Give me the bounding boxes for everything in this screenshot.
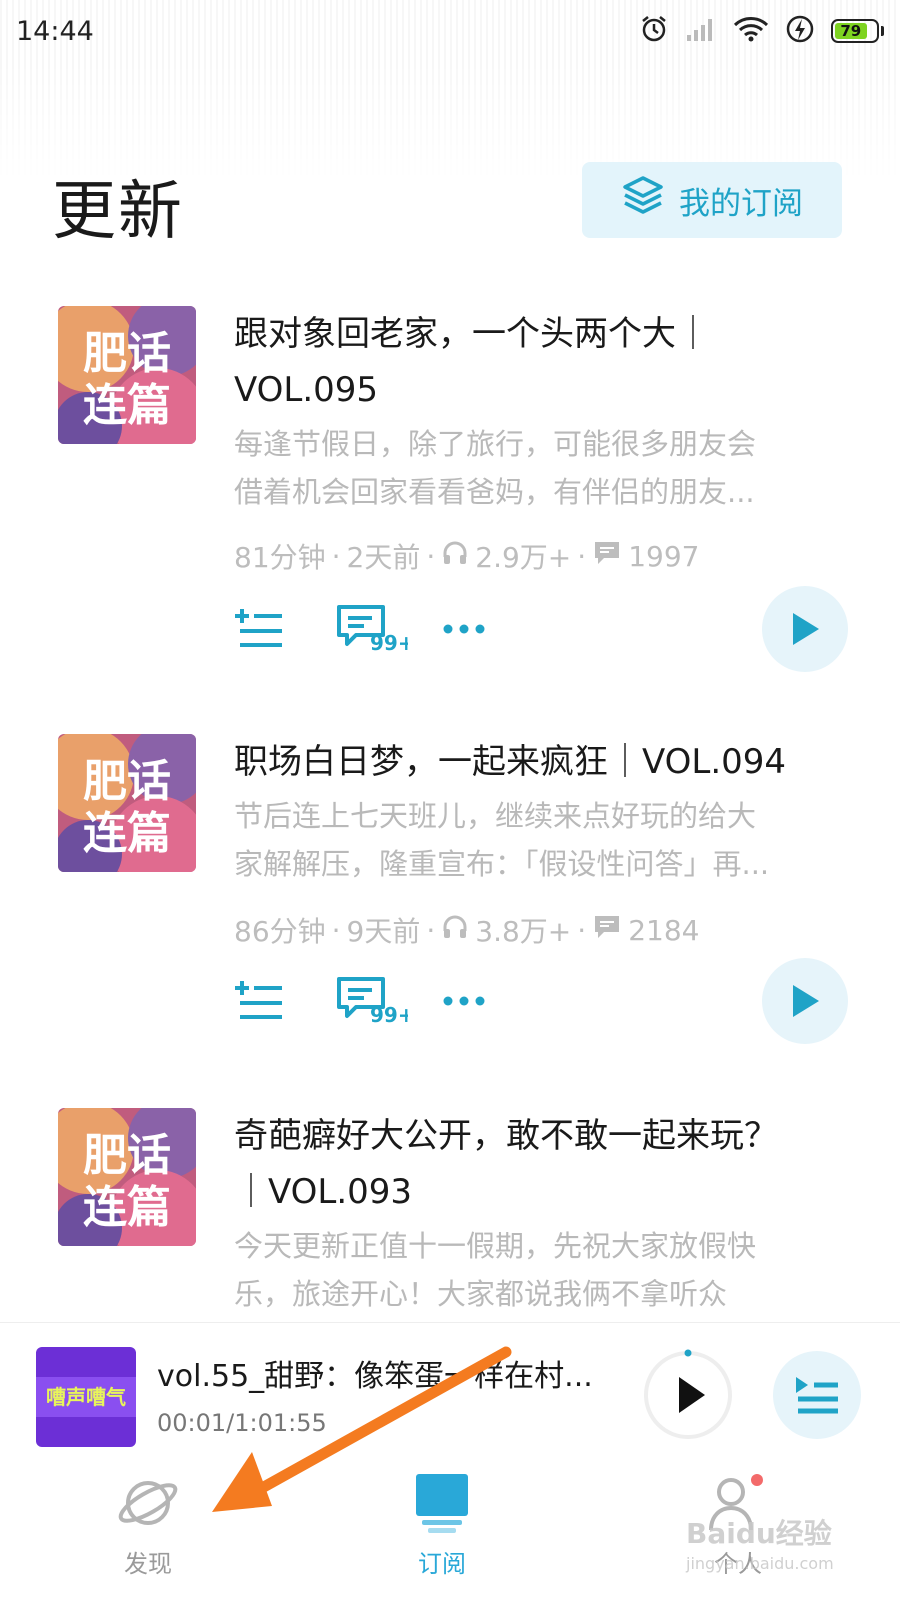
episode-title-line: VOL.095 [234, 370, 379, 410]
cover-text-bottom: 连篇 [83, 380, 171, 431]
episode-item[interactable]: 肥话 连篇 奇葩癖好大公开，敢不敢一起来玩？ ｜VOL.093 今天更新正值十一… [0, 1108, 900, 1322]
comment-count-badge: 99+ [370, 1003, 408, 1026]
cover-text-top: 肥话 [83, 756, 171, 807]
play-icon [679, 1377, 705, 1413]
comment-count-badge: 99+ [370, 631, 408, 654]
baidu-watermark: Baidu经验 jingyan.baidu.com [686, 1512, 834, 1573]
episode-description: 今天更新正值十一假期，先祝大家放假快 乐，旅途开心！大家都说我俩不拿听众 [234, 1222, 834, 1318]
episode-cover[interactable]: 肥话 连篇 [58, 734, 196, 872]
subscriptions-icon [416, 1474, 468, 1533]
layers-icon [621, 174, 665, 226]
episode-description: 每逢节假日，除了旅行，可能很多朋友会 借着机会回家看看爸妈，有伴侣的朋友... [234, 420, 834, 516]
charging-icon [785, 14, 815, 48]
more-options-icon[interactable] [442, 958, 486, 1044]
episode-title[interactable]: 职场白日梦，一起来疯狂｜VOL.094 [234, 734, 834, 790]
episode-comments: 2184 [628, 913, 700, 947]
cover-text-top: 肥话 [83, 328, 171, 379]
description-line: 乐，旅途开心！大家都说我俩不拿听众 [234, 1277, 728, 1311]
mini-player[interactable]: 嘈声嘈气 vol.55_甜野：像笨蛋一样在村... 00:01/1:01:55 [0, 1322, 900, 1452]
playlist-icon [796, 1377, 838, 1414]
episode-duration: 81分钟 [234, 541, 326, 574]
playlist-button[interactable] [773, 1351, 861, 1439]
episode-title-line: 跟对象回老家，一个头两个大｜ [234, 314, 710, 354]
page-title: 更新 [52, 175, 184, 249]
my-subscriptions-label: 我的订阅 [679, 185, 803, 222]
description-line: 家解解压，隆重宣布：「假设性问答」再... [234, 847, 770, 881]
episode-cover[interactable]: 肥话 连篇 [58, 1108, 196, 1246]
add-to-playlist-icon[interactable] [234, 958, 284, 1044]
episode-meta: 86分钟 · 9天前 · 3.8万+ · 2184 [234, 910, 699, 950]
battery-icon: 79 [831, 19, 884, 43]
episode-actions: 99+ [234, 586, 848, 672]
signal-icon [685, 15, 717, 47]
episode-title-line: 奇葩癖好大公开，敢不敢一起来玩？ [234, 1116, 778, 1156]
tab-discover[interactable]: 发现 [78, 1470, 218, 1579]
headphones-icon [441, 539, 469, 574]
description-line: 今天更新正值十一假期，先祝大家放假快 [234, 1229, 757, 1263]
my-subscriptions-button[interactable]: 我的订阅 [582, 162, 842, 238]
episode-actions: 99+ [234, 958, 848, 1044]
player-cover[interactable]: 嘈声嘈气 [36, 1347, 136, 1447]
comment-icon [592, 913, 622, 948]
player-cover-text: 嘈声嘈气 [46, 1385, 126, 1409]
status-time: 14:44 [16, 15, 94, 47]
episode-comments: 1997 [628, 539, 700, 573]
tab-label: 订阅 [418, 1550, 466, 1578]
headphones-icon [441, 913, 469, 948]
cover-text-bottom: 连篇 [83, 1182, 171, 1233]
add-to-playlist-icon[interactable] [234, 586, 284, 672]
play-episode-button[interactable] [762, 586, 848, 672]
cover-text-bottom: 连篇 [83, 808, 171, 859]
player-progress-indicator [684, 1349, 692, 1357]
description-line: 节后连上七天班儿，继续来点好玩的给大 [234, 799, 757, 833]
cover-text-top: 肥话 [83, 1130, 171, 1181]
episode-plays: 2.9万+ [475, 541, 572, 574]
wifi-icon [733, 15, 769, 47]
episode-title-line: ｜VOL.093 [234, 1172, 413, 1212]
play-episode-button[interactable] [762, 958, 848, 1044]
app-screen: 14:44 79 更新 我的订阅 肥话 连篇 跟对象回老家，一个头两个大｜ VO… [0, 0, 900, 1600]
description-line: 每逢节假日，除了旅行，可能很多朋友会 [234, 427, 757, 461]
comment-icon [592, 539, 622, 574]
play-icon [793, 985, 819, 1017]
play-icon [793, 613, 819, 645]
episode-age: 2天前 [346, 541, 421, 574]
tab-label: 发现 [124, 1550, 172, 1578]
episode-title-line: 职场白日梦，一起来疯狂｜VOL.094 [234, 742, 787, 782]
episode-plays: 3.8万+ [475, 915, 572, 948]
comments-button[interactable]: 99+ [336, 958, 408, 1044]
episode-meta: 81分钟 · 2天前 · 2.9万+ · 1997 [234, 536, 699, 576]
tab-subscriptions[interactable]: 订阅 [372, 1470, 512, 1579]
now-playing-time: 00:01/1:01:55 [157, 1409, 327, 1437]
player-play-button[interactable] [642, 1349, 734, 1441]
alarm-icon [639, 14, 669, 48]
watermark-sub: jingyan.baidu.com [686, 1554, 834, 1573]
episode-title[interactable]: 奇葩癖好大公开，敢不敢一起来玩？ ｜VOL.093 [234, 1108, 834, 1220]
status-bar: 14:44 79 [0, 0, 900, 62]
episode-title[interactable]: 跟对象回老家，一个头两个大｜ VOL.095 [234, 306, 834, 418]
watermark-main: Baidu经验 [686, 1517, 832, 1550]
episode-age: 9天前 [346, 915, 421, 948]
episode-duration: 86分钟 [234, 915, 326, 948]
battery-level: 79 [835, 22, 867, 40]
description-line: 借着机会回家看看爸妈，有伴侣的朋友... [234, 475, 755, 509]
episode-description: 节后连上七天班儿，继续来点好玩的给大 家解解压，隆重宣布：「假设性问答」再... [234, 792, 834, 888]
notification-dot [751, 1474, 763, 1486]
now-playing-title[interactable]: vol.55_甜野：像笨蛋一样在村... [157, 1351, 597, 1395]
comments-button[interactable]: 99+ [336, 586, 408, 672]
planet-icon [118, 1481, 178, 1525]
more-options-icon[interactable] [442, 586, 486, 672]
episode-cover[interactable]: 肥话 连篇 [58, 306, 196, 444]
